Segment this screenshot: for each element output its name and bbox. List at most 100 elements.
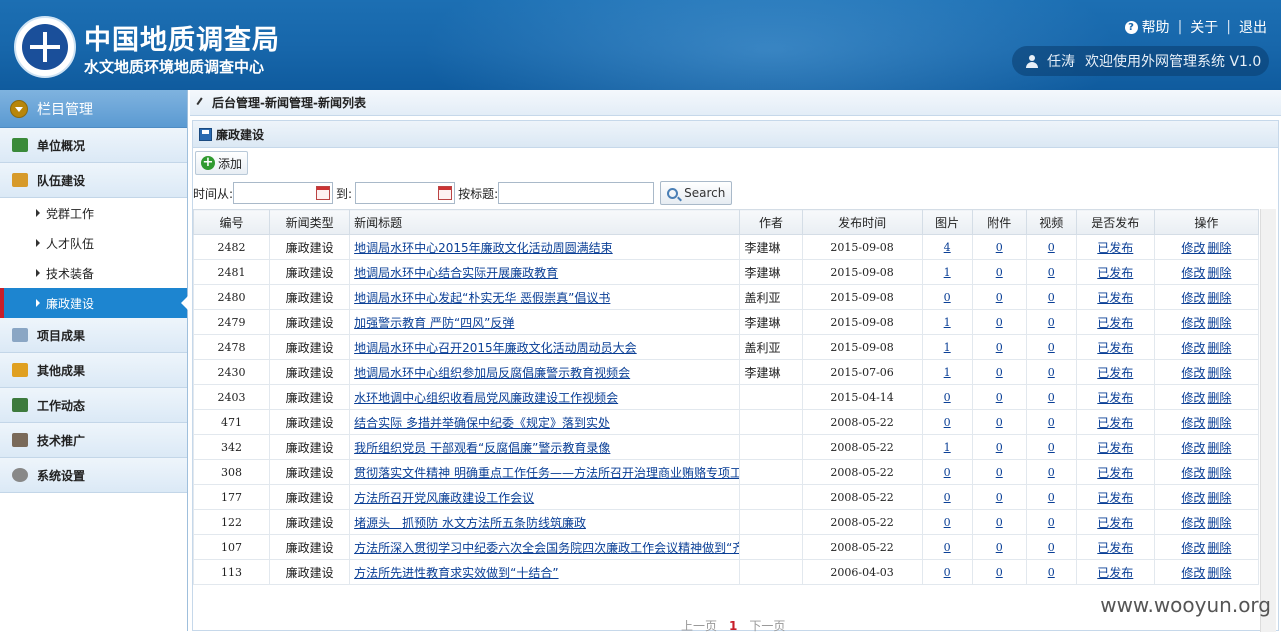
cell-attachments-link[interactable]: 0: [996, 366, 1003, 379]
cell-title[interactable]: 地调局水环中心结合实际开展廉政教育: [350, 260, 740, 285]
calendar-icon[interactable]: [316, 186, 330, 200]
cell-published-link[interactable]: 已发布: [1097, 391, 1133, 405]
cell-title[interactable]: 方法所深入贯彻学习中纪委六次全会国务院四次廉政工作会议精神做到“齐: [350, 535, 740, 560]
cell-attachments[interactable]: 0: [972, 410, 1026, 435]
cell-published[interactable]: 已发布: [1076, 260, 1154, 285]
cell-images-link[interactable]: 1: [944, 316, 951, 329]
cell-videos[interactable]: 0: [1026, 460, 1076, 485]
cell-title-link[interactable]: 堵源头 抓预防 水文方法所五条防线筑廉政: [354, 516, 586, 530]
cell-videos[interactable]: 0: [1026, 360, 1076, 385]
cell-images-link[interactable]: 0: [944, 541, 951, 554]
cell-videos-link[interactable]: 0: [1048, 516, 1055, 529]
cell-attachments[interactable]: 0: [972, 510, 1026, 535]
cell-published[interactable]: 已发布: [1076, 435, 1154, 460]
cell-published-link[interactable]: 已发布: [1097, 516, 1133, 530]
delete-link[interactable]: 删除: [1207, 441, 1231, 455]
cell-videos-link[interactable]: 0: [1048, 466, 1055, 479]
add-button[interactable]: + 添加: [195, 151, 248, 175]
cell-attachments-link[interactable]: 0: [996, 291, 1003, 304]
edit-link[interactable]: 修改: [1181, 341, 1205, 355]
cell-attachments-link[interactable]: 0: [996, 391, 1003, 404]
cell-images-link[interactable]: 0: [944, 466, 951, 479]
cell-images-link[interactable]: 4: [944, 241, 951, 254]
date-from-input[interactable]: [233, 182, 333, 204]
title-search-input[interactable]: [498, 182, 654, 204]
cell-published[interactable]: 已发布: [1076, 410, 1154, 435]
sidebar-subitem-equipment[interactable]: 技术装备: [0, 258, 187, 288]
cell-images[interactable]: 0: [922, 485, 972, 510]
edit-link[interactable]: 修改: [1181, 241, 1205, 255]
cell-published-link[interactable]: 已发布: [1097, 466, 1133, 480]
edit-link[interactable]: 修改: [1181, 466, 1205, 480]
cell-images[interactable]: 0: [922, 385, 972, 410]
cell-published-link[interactable]: 已发布: [1097, 441, 1133, 455]
sidebar-item-unit-overview[interactable]: 单位概况: [0, 128, 187, 163]
cell-images-link[interactable]: 0: [944, 416, 951, 429]
cell-videos[interactable]: 0: [1026, 485, 1076, 510]
cell-published[interactable]: 已发布: [1076, 535, 1154, 560]
cell-title-link[interactable]: 加强警示教育 严防“四风”反弹: [354, 316, 514, 330]
cell-published-link[interactable]: 已发布: [1097, 491, 1133, 505]
cell-attachments-link[interactable]: 0: [996, 341, 1003, 354]
cell-videos[interactable]: 0: [1026, 310, 1076, 335]
cell-attachments[interactable]: 0: [972, 485, 1026, 510]
cell-videos[interactable]: 0: [1026, 535, 1076, 560]
cell-title[interactable]: 地调局水环中心发起“朴实无华 恶假崇真”倡议书: [350, 285, 740, 310]
sidebar-heading[interactable]: 栏目管理: [0, 90, 187, 128]
cell-attachments[interactable]: 0: [972, 235, 1026, 260]
sidebar-subitem-party-work[interactable]: 党群工作: [0, 198, 187, 228]
cell-attachments-link[interactable]: 0: [996, 316, 1003, 329]
cell-videos[interactable]: 0: [1026, 235, 1076, 260]
cell-attachments-link[interactable]: 0: [996, 566, 1003, 579]
delete-link[interactable]: 删除: [1207, 291, 1231, 305]
edit-link[interactable]: 修改: [1181, 316, 1205, 330]
sidebar-item-work-news[interactable]: 工作动态: [0, 388, 187, 423]
cell-videos-link[interactable]: 0: [1048, 291, 1055, 304]
cell-attachments[interactable]: 0: [972, 460, 1026, 485]
cell-images[interactable]: 0: [922, 460, 972, 485]
cell-title-link[interactable]: 地调局水环中心结合实际开展廉政教育: [354, 266, 558, 280]
cell-attachments[interactable]: 0: [972, 260, 1026, 285]
cell-images[interactable]: 1: [922, 260, 972, 285]
sidebar-item-team-building[interactable]: 队伍建设: [0, 163, 187, 198]
sidebar-subitem-integrity[interactable]: 廉政建设: [0, 288, 187, 318]
cell-videos-link[interactable]: 0: [1048, 491, 1055, 504]
cell-published[interactable]: 已发布: [1076, 310, 1154, 335]
cell-attachments-link[interactable]: 0: [996, 516, 1003, 529]
cell-videos-link[interactable]: 0: [1048, 366, 1055, 379]
cell-videos-link[interactable]: 0: [1048, 266, 1055, 279]
cell-videos[interactable]: 0: [1026, 410, 1076, 435]
delete-link[interactable]: 删除: [1207, 566, 1231, 580]
cell-attachments-link[interactable]: 0: [996, 466, 1003, 479]
cell-images-link[interactable]: 1: [944, 366, 951, 379]
delete-link[interactable]: 删除: [1207, 316, 1231, 330]
cell-images[interactable]: 4: [922, 235, 972, 260]
sidebar-subitem-talent[interactable]: 人才队伍: [0, 228, 187, 258]
help-icon[interactable]: ?: [1125, 21, 1138, 34]
delete-link[interactable]: 删除: [1207, 266, 1231, 280]
cell-videos[interactable]: 0: [1026, 335, 1076, 360]
cell-videos-link[interactable]: 0: [1048, 341, 1055, 354]
cell-attachments[interactable]: 0: [972, 360, 1026, 385]
cell-title-link[interactable]: 地调局水环中心组织参加局反腐倡廉警示教育视频会: [354, 366, 630, 380]
cell-title[interactable]: 水环地调中心组织收看局党风廉政建设工作视频会: [350, 385, 740, 410]
delete-link[interactable]: 删除: [1207, 416, 1231, 430]
cell-published-link[interactable]: 已发布: [1097, 416, 1133, 430]
cell-published-link[interactable]: 已发布: [1097, 341, 1133, 355]
delete-link[interactable]: 删除: [1207, 516, 1231, 530]
sidebar-item-project-results[interactable]: 项目成果: [0, 318, 187, 353]
cell-videos-link[interactable]: 0: [1048, 391, 1055, 404]
logout-link[interactable]: 退出: [1239, 17, 1267, 37]
sidebar-item-system-settings[interactable]: 系统设置: [0, 458, 187, 493]
cell-title-link[interactable]: 我所组织党员 干部观看“反腐倡廉”警示教育录像: [354, 441, 610, 455]
cell-published[interactable]: 已发布: [1076, 235, 1154, 260]
cell-images[interactable]: 0: [922, 535, 972, 560]
cell-published[interactable]: 已发布: [1076, 385, 1154, 410]
cell-published[interactable]: 已发布: [1076, 510, 1154, 535]
cell-title[interactable]: 地调局水环中心组织参加局反腐倡廉警示教育视频会: [350, 360, 740, 385]
delete-link[interactable]: 删除: [1207, 341, 1231, 355]
delete-link[interactable]: 删除: [1207, 241, 1231, 255]
cell-images-link[interactable]: 1: [944, 341, 951, 354]
delete-link[interactable]: 删除: [1207, 391, 1231, 405]
cell-videos[interactable]: 0: [1026, 385, 1076, 410]
